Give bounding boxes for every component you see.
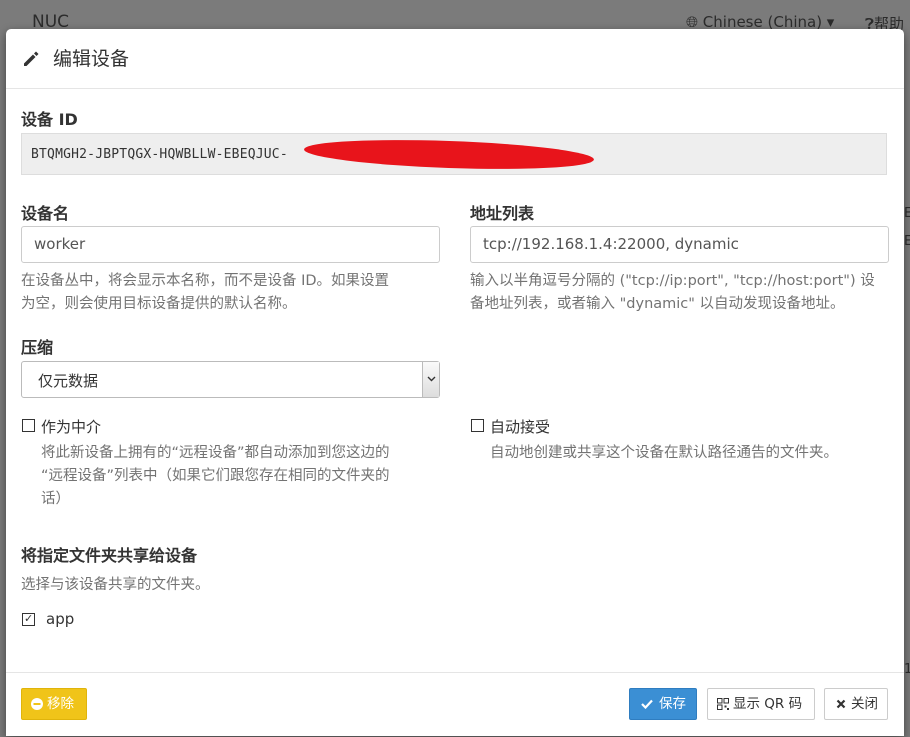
auto-accept-help: 自动地创建或共享这个设备在默认路径通告的文件夹。 bbox=[490, 445, 838, 461]
pencil-icon bbox=[24, 51, 39, 66]
remove-button[interactable]: 移除 bbox=[21, 688, 87, 720]
auto-accept-label: 自动接受 bbox=[490, 418, 551, 436]
device-name-input[interactable]: worker bbox=[21, 226, 440, 263]
background-side-glyph: 1 bbox=[904, 662, 910, 677]
device-name-label: 设备名 bbox=[21, 204, 70, 223]
address-list-label: 地址列表 bbox=[470, 204, 535, 223]
modal-header: 编辑设备 bbox=[6, 29, 904, 89]
compression-label: 压缩 bbox=[21, 338, 54, 357]
introducer-label: 作为中介 bbox=[41, 418, 102, 436]
introducer-help: 将此新设备上拥有的“远程设备”都自动添加到您这边的 “远程设备”列表中（如果它们… bbox=[41, 445, 390, 507]
select-arrow[interactable] bbox=[422, 362, 439, 397]
auto-accept-checkbox[interactable] bbox=[471, 419, 484, 432]
address-list-help: 输入以半角逗号分隔的 ("tcp://ip:port", "tcp://host… bbox=[470, 273, 875, 312]
address-list-input[interactable]: tcp://192.168.1.4:22000, dynamic bbox=[470, 226, 889, 263]
folder-app-label: app bbox=[46, 610, 75, 628]
close-icon bbox=[836, 699, 846, 709]
device-name-help: 在设备丛中，将会显示本名称，而不是设备 ID。如果设置 为空，则会使用目标设备提… bbox=[21, 273, 390, 312]
background-side-glyph: E bbox=[904, 206, 910, 221]
device-id-field[interactable]: BTQMGH2-JBPTQGX-HQWBLLW-EBEQJUC- bbox=[21, 133, 887, 175]
save-button[interactable]: 保存 bbox=[629, 688, 697, 720]
minus-circle-icon bbox=[31, 698, 43, 710]
close-button[interactable]: 关闭 bbox=[824, 688, 888, 720]
folder-app-checkbox[interactable]: ✓ bbox=[22, 612, 35, 626]
device-id-label: 设备 ID bbox=[21, 110, 78, 129]
check-icon bbox=[641, 699, 653, 709]
qrcode-icon bbox=[717, 698, 729, 710]
compression-selected-value: 仅元数据 bbox=[38, 372, 99, 390]
background-side-glyph: E bbox=[904, 234, 910, 249]
introducer-checkbox[interactable] bbox=[22, 419, 35, 432]
show-qr-button[interactable]: 显示 QR 码 bbox=[707, 688, 815, 720]
device-id-value: BTQMGH2-JBPTQGX-HQWBLLW-EBEQJUC- bbox=[31, 147, 288, 162]
share-folders-heading: 将指定文件夹共享给设备 bbox=[21, 546, 198, 565]
edit-device-modal: 编辑设备 设备 ID BTQMGH2-JBPTQGX-HQWBLLW-EBEQJ… bbox=[6, 29, 904, 736]
modal-title: 编辑设备 bbox=[53, 48, 130, 70]
chevron-down-icon bbox=[427, 376, 436, 382]
redaction-mark bbox=[303, 135, 595, 174]
share-folders-help: 选择与该设备共享的文件夹。 bbox=[21, 577, 210, 593]
check-icon: ✓ bbox=[24, 612, 34, 625]
compression-select[interactable]: 仅元数据 bbox=[21, 361, 440, 398]
